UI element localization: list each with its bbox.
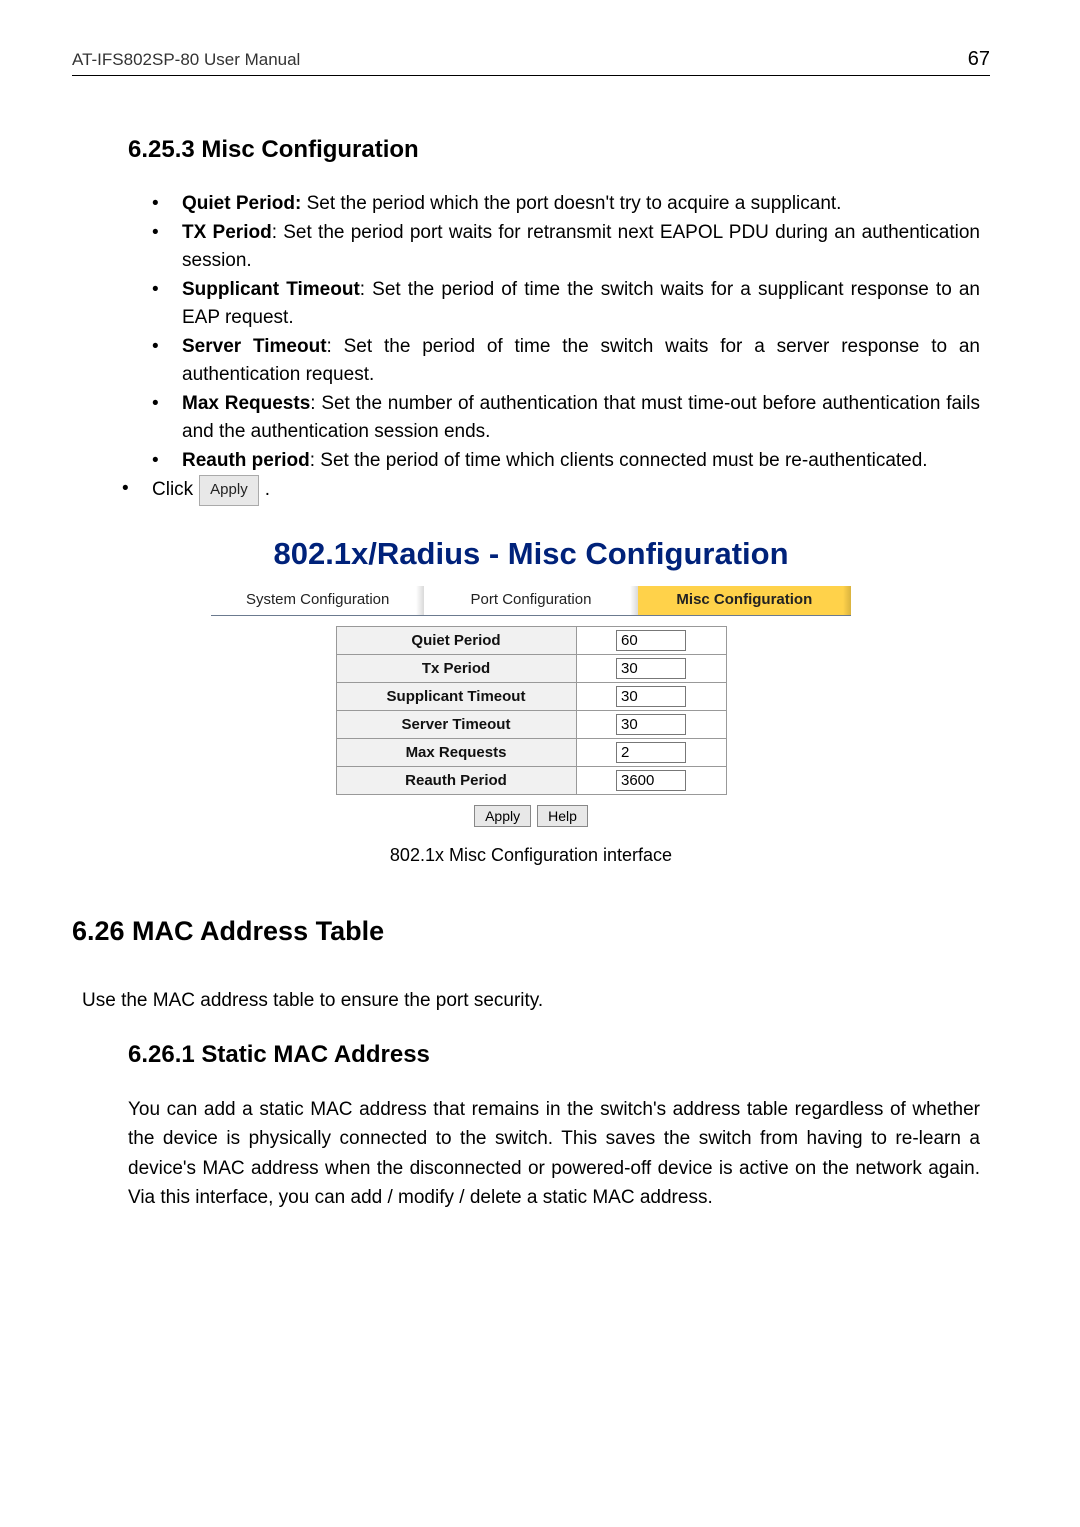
- tab-misc-configuration[interactable]: Misc Configuration: [638, 586, 851, 616]
- row-server-timeout: Server Timeout: [336, 710, 726, 738]
- bullet-dot-icon: •: [152, 447, 182, 476]
- bullet-supplicant-timeout: • Supplicant Timeout: Set the period of …: [152, 276, 980, 333]
- bullet-tx-period: • TX Period: Set the period port waits f…: [152, 219, 980, 276]
- label-quiet-period: Quiet Period: [336, 626, 576, 654]
- bullet-dot-icon: •: [152, 333, 182, 362]
- click-prefix: Click: [152, 476, 193, 505]
- bullet-reauth-period: • Reauth period: Set the period of time …: [152, 447, 980, 476]
- bullet-dot-icon: •: [152, 390, 182, 419]
- bullet-dot-icon: •: [152, 276, 182, 305]
- bullet-click-apply: • Click Apply .: [122, 475, 980, 506]
- row-reauth-period: Reauth Period: [336, 766, 726, 794]
- input-quiet-period[interactable]: [616, 630, 686, 651]
- bullet-dot-icon: •: [152, 190, 182, 219]
- label-supplicant-timeout: Supplicant Timeout: [336, 682, 576, 710]
- help-button[interactable]: Help: [537, 805, 588, 827]
- screenshot-caption: 802.1x Misc Configuration interface: [72, 845, 990, 866]
- input-server-timeout[interactable]: [616, 714, 686, 735]
- tab-port-configuration[interactable]: Port Configuration: [424, 586, 637, 616]
- apply-button[interactable]: Apply: [474, 805, 531, 827]
- bullet-text: Quiet Period: Set the period which the p…: [182, 190, 980, 219]
- bullet-quiet-period: • Quiet Period: Set the period which the…: [152, 190, 980, 219]
- row-supplicant-timeout: Supplicant Timeout: [336, 682, 726, 710]
- input-reauth-period[interactable]: [616, 770, 686, 791]
- label-tx-period: Tx Period: [336, 654, 576, 682]
- label-reauth-period: Reauth Period: [336, 766, 576, 794]
- screenshot-title: 802.1x/Radius - Misc Configuration: [72, 536, 990, 572]
- bullet-dot-icon: •: [122, 475, 152, 504]
- bullet-text: TX Period: Set the period port waits for…: [182, 219, 980, 276]
- bullet-text: Max Requests: Set the number of authenti…: [182, 390, 980, 447]
- tab-system-configuration[interactable]: System Configuration: [211, 586, 424, 616]
- bullet-text: Supplicant Timeout: Set the period of ti…: [182, 276, 980, 333]
- row-quiet-period: Quiet Period: [336, 626, 726, 654]
- heading-static-mac-address: 6.26.1 Static MAC Address: [128, 1041, 990, 1069]
- bullet-dot-icon: •: [152, 219, 182, 248]
- bullet-text: Server Timeout: Set the period of time t…: [182, 333, 980, 390]
- screenshot-tabs: System Configuration Port Configuration …: [211, 586, 851, 616]
- bullet-server-timeout: • Server Timeout: Set the period of time…: [152, 333, 980, 390]
- screenshot-button-row: Apply Help: [72, 805, 990, 827]
- heading-misc-configuration: 6.25.3 Misc Configuration: [128, 136, 990, 164]
- bullet-max-requests: • Max Requests: Set the number of authen…: [152, 390, 980, 447]
- page-header: AT-IFS802SP-80 User Manual 67: [72, 48, 990, 76]
- bullet-text: Reauth period: Set the period of time wh…: [182, 447, 980, 476]
- label-max-requests: Max Requests: [336, 738, 576, 766]
- static-mac-body: You can add a static MAC address that re…: [128, 1095, 980, 1213]
- row-max-requests: Max Requests: [336, 738, 726, 766]
- heading-mac-address-table: 6.26 MAC Address Table: [72, 916, 990, 947]
- input-tx-period[interactable]: [616, 658, 686, 679]
- input-supplicant-timeout[interactable]: [616, 686, 686, 707]
- apply-button-inline[interactable]: Apply: [199, 475, 259, 506]
- mac-table-intro: Use the MAC address table to ensure the …: [82, 987, 990, 1016]
- label-server-timeout: Server Timeout: [336, 710, 576, 738]
- screenshot-misc-config: 802.1x/Radius - Misc Configuration Syste…: [72, 536, 990, 866]
- row-tx-period: Tx Period: [336, 654, 726, 682]
- header-manual-title: AT-IFS802SP-80 User Manual: [72, 50, 300, 70]
- misc-config-bullet-list: • Quiet Period: Set the period which the…: [152, 190, 980, 506]
- misc-config-table: Quiet Period Tx Period Supplicant Timeou…: [336, 626, 727, 795]
- click-suffix: .: [265, 476, 270, 505]
- input-max-requests[interactable]: [616, 742, 686, 763]
- header-page-number: 67: [968, 48, 990, 71]
- bullet-text: Click Apply .: [152, 475, 980, 506]
